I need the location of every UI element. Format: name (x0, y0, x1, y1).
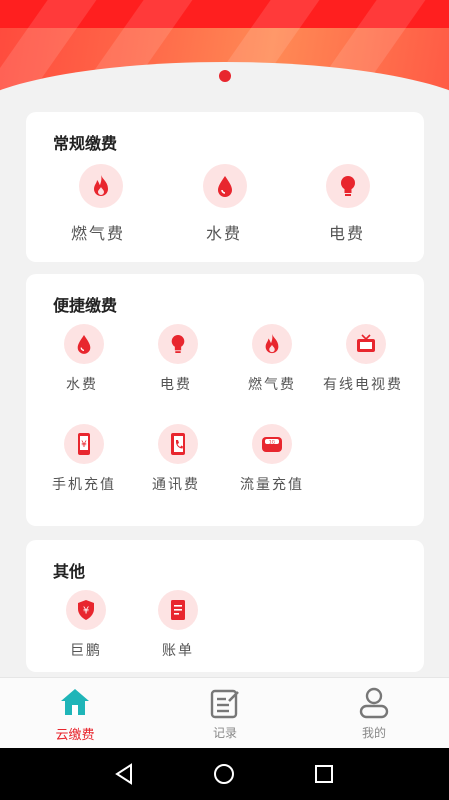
item-label: 电费 (329, 224, 366, 243)
svg-text:¥: ¥ (81, 440, 87, 450)
item-label: 手机充值 (52, 477, 116, 493)
bottom-tab-bar: 云缴费 记录 我的 (0, 677, 449, 749)
item-label: 流量充值 (240, 477, 304, 493)
item-label: 账单 (162, 643, 194, 659)
item-label: 水费 (66, 377, 98, 393)
tab-cloud-payment[interactable]: 云缴费 (0, 678, 150, 749)
banner-carousel[interactable] (0, 0, 449, 100)
phone-yuan-icon: ¥ (64, 424, 104, 464)
tab-mine[interactable]: 我的 (299, 678, 449, 749)
home-circle-icon[interactable] (212, 762, 236, 790)
item-label: 电费 (160, 377, 192, 393)
item-label: 水费 (206, 224, 243, 243)
water-drop-icon (64, 324, 104, 364)
record-icon (209, 688, 241, 720)
item-label: 有线电视费 (323, 377, 403, 393)
tab-label: 我的 (361, 726, 386, 740)
regular-payment-card: 常规缴费 燃气费 水费 电费 (26, 112, 424, 262)
item-label: 燃气费 (248, 377, 296, 393)
lightbulb-icon (326, 164, 370, 208)
svg-text:¥: ¥ (83, 606, 89, 617)
item-label: 巨鹏 (70, 643, 102, 659)
flame-icon (252, 324, 292, 364)
section-title: 常规缴费 (53, 134, 118, 153)
system-navigation-bar (0, 748, 449, 800)
back-icon[interactable] (112, 762, 136, 790)
section-title: 便捷缴费 (53, 296, 118, 315)
recent-apps-icon[interactable] (313, 763, 335, 789)
tab-records[interactable]: 记录 (150, 678, 300, 749)
user-icon (358, 686, 390, 719)
lightbulb-icon (158, 324, 198, 364)
water-drop-icon (203, 164, 247, 208)
svg-text:1G: 1G (269, 439, 276, 445)
shield-yuan-icon: ¥ (66, 590, 106, 630)
home-icon (59, 686, 91, 718)
tab-label: 记录 (212, 726, 237, 740)
tv-icon (346, 324, 386, 364)
carousel-indicator-dot[interactable] (219, 70, 231, 82)
quick-payment-card: 便捷缴费 水费 电费 燃气费 有线电视费 ¥ 手机充值 通讯费 1G 流量充值 (26, 274, 424, 526)
bill-icon (158, 590, 198, 630)
section-title: 其他 (53, 562, 86, 581)
flame-icon (79, 164, 123, 208)
tab-label: 云缴费 (55, 728, 95, 743)
item-label: 燃气费 (71, 224, 126, 243)
item-label: 通讯费 (152, 477, 200, 493)
phone-book-icon (158, 424, 198, 464)
data-pack-icon: 1G (252, 424, 292, 464)
other-card: 其他 ¥ 巨鹏 账单 (26, 540, 424, 672)
